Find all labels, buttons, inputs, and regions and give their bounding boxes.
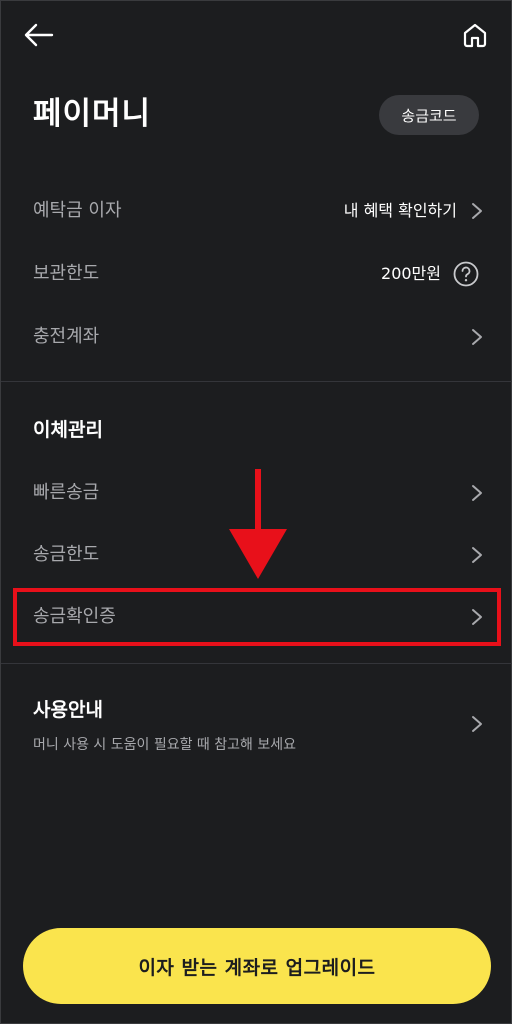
row-label: 보관한도: [33, 263, 100, 284]
row-label: 예탁금 이자: [33, 200, 122, 221]
guide-subtitle: 머니 사용 시 도움이 필요할 때 참고해 보세요: [33, 737, 296, 753]
guide-title: 사용안내: [33, 699, 103, 721]
title-row: 페이머니 송금코드: [33, 91, 479, 141]
home-button[interactable]: [455, 17, 495, 53]
divider: [1, 663, 512, 664]
chevron-right-icon: [472, 329, 482, 345]
row-deposit-interest[interactable]: 예탁금 이자 내 혜택 확인하기: [1, 180, 512, 242]
chevron-right-icon: [472, 716, 482, 732]
chevron-right-icon: [472, 485, 482, 501]
row-label: 빠른송금: [33, 482, 100, 503]
divider: [1, 381, 512, 382]
arrow-left-icon: [24, 23, 54, 47]
remittance-code-button[interactable]: 송금코드: [379, 95, 479, 135]
chevron-right-icon: [472, 609, 482, 625]
question-circle-icon[interactable]: [453, 261, 479, 287]
row-storage-limit: 보관한도 200만원: [1, 243, 512, 305]
row-transfer-limit[interactable]: 송금한도: [1, 524, 512, 586]
home-icon: [463, 23, 487, 48]
row-label: 충전계좌: [33, 326, 100, 347]
row-quick-transfer[interactable]: 빠른송금: [1, 462, 512, 524]
row-label: 송금확인증: [33, 606, 116, 627]
row-value: 200만원: [381, 264, 441, 283]
page-title: 페이머니: [33, 96, 152, 132]
top-bar: [1, 1, 512, 71]
chevron-right-icon: [472, 547, 482, 563]
chevron-right-icon: [472, 203, 482, 219]
row-transfer-certificate[interactable]: 송금확인증: [1, 586, 512, 648]
section-title-transfer: 이체관리: [33, 419, 103, 441]
back-button[interactable]: [19, 17, 59, 53]
upgrade-account-button[interactable]: 이자 받는 계좌로 업그레이드: [23, 928, 491, 1004]
row-value: 내 혜택 확인하기: [343, 201, 457, 220]
row-label: 송금한도: [33, 544, 100, 565]
row-charge-account[interactable]: 충전계좌: [1, 306, 512, 368]
paymoney-screen: 페이머니 송금코드 예탁금 이자 내 혜택 확인하기 보관한도 200만원 충전…: [0, 0, 512, 1024]
